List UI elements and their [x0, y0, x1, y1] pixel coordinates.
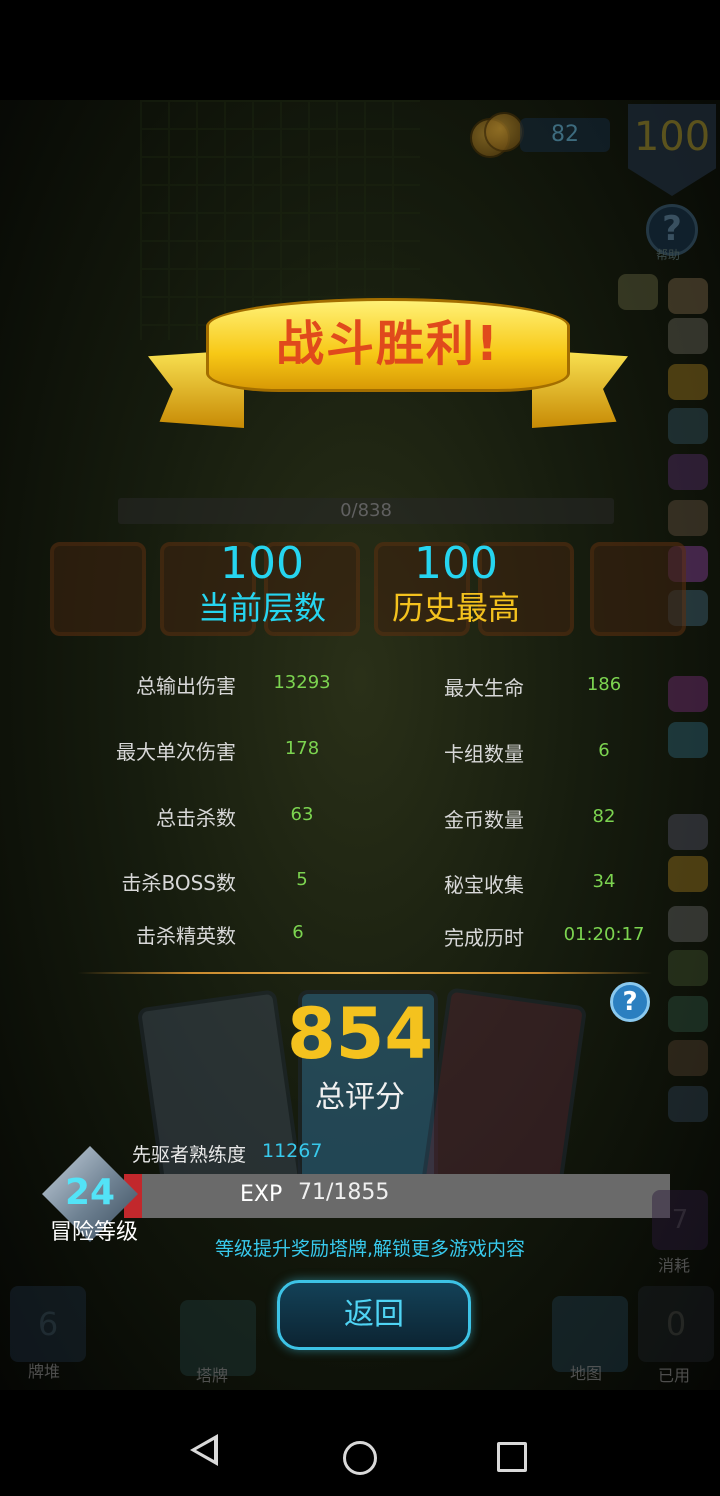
best-floor-label: 历史最高	[391, 589, 520, 627]
relic-icon	[668, 454, 708, 490]
home-icon[interactable]	[343, 1441, 377, 1475]
deck-pile-icon[interactable]: 6	[10, 1286, 86, 1362]
adventure-level-value: 24	[64, 1172, 116, 1213]
floor-shield-badge: 100	[628, 104, 716, 196]
divider	[78, 972, 652, 974]
relic-icon	[668, 906, 708, 942]
gold-counter: 82	[520, 118, 610, 152]
stat-label: 最大生命	[444, 676, 524, 700]
stat-value: 34	[592, 871, 616, 892]
pioneer-proficiency-label: 先驱者熟练度	[132, 1144, 247, 1166]
exp-label: EXP	[240, 1182, 283, 1207]
used-pile-label: 已用	[658, 1366, 691, 1385]
relic-icon	[668, 500, 708, 536]
victory-title: 战斗胜利!	[276, 316, 500, 372]
pioneer-proficiency-value: 11267	[262, 1140, 323, 1162]
current-floor-value: 100	[220, 538, 304, 589]
map-label: 地图	[570, 1364, 603, 1383]
relic-icon	[668, 814, 708, 850]
stat-value: 01:20:17	[563, 924, 645, 945]
recent-apps-icon[interactable]	[497, 1442, 527, 1472]
reward-tip: 等级提升奖励塔牌,解锁更多游戏内容	[214, 1238, 526, 1260]
stat-label: 击杀精英数	[136, 924, 236, 948]
best-floor: 100 历史最高	[356, 540, 556, 628]
stat-label: 完成历时	[444, 926, 524, 950]
best-floor-value: 100	[414, 538, 498, 589]
stat-value: 186	[586, 674, 622, 695]
relic-icon	[668, 278, 708, 314]
back-icon-inner	[196, 1440, 214, 1460]
system-navigation-bar	[0, 1390, 720, 1496]
total-score-label: 总评分	[315, 1080, 405, 1115]
victory-banner: 战斗胜利!	[148, 292, 628, 442]
return-button[interactable]: 返回	[277, 1280, 471, 1350]
relic-icon	[668, 722, 708, 758]
help-label: 帮助	[656, 248, 681, 262]
progress-bar: 0/838	[118, 498, 614, 524]
stat-label: 卡组数量	[444, 742, 524, 766]
exp-bar	[124, 1174, 670, 1218]
relic-icon	[668, 408, 708, 444]
stat-label: 秘宝收集	[444, 873, 524, 897]
relic-icon	[668, 364, 708, 400]
stat-value: 82	[592, 806, 616, 827]
stat-label: 金币数量	[444, 808, 524, 832]
tower-card-label: 塔牌	[196, 1366, 229, 1385]
stat-label: 击杀BOSS数	[121, 871, 236, 895]
relic-icon	[668, 856, 708, 892]
discard-pile-icon[interactable]: 7	[652, 1190, 708, 1250]
relic-icon	[668, 318, 708, 354]
return-button-label: 返回	[344, 1297, 404, 1332]
progress-text: 0/838	[340, 500, 392, 521]
current-floor: 100 当前层数	[162, 540, 362, 628]
discard-pile-label: 消耗	[658, 1256, 691, 1275]
game-screen: 82 100 ? 帮助 战斗胜利! 0/838 100 当前层数 100 历史最…	[0, 100, 720, 1390]
card-slot	[590, 542, 686, 636]
stat-label: 总输出伤害	[136, 674, 236, 698]
stat-value: 6	[598, 740, 610, 761]
current-floor-label: 当前层数	[197, 589, 326, 627]
card-slot	[50, 542, 146, 636]
stat-label: 最大单次伤害	[116, 740, 236, 764]
deck-pile-label: 牌堆	[28, 1362, 61, 1381]
relic-icon	[668, 676, 708, 712]
relic-icon	[668, 950, 708, 986]
used-pile-icon[interactable]: 0	[638, 1286, 714, 1362]
total-score-value: 854	[286, 993, 434, 1075]
stat-label: 总击杀数	[156, 806, 236, 830]
exp-value: 71/1855	[298, 1180, 390, 1205]
